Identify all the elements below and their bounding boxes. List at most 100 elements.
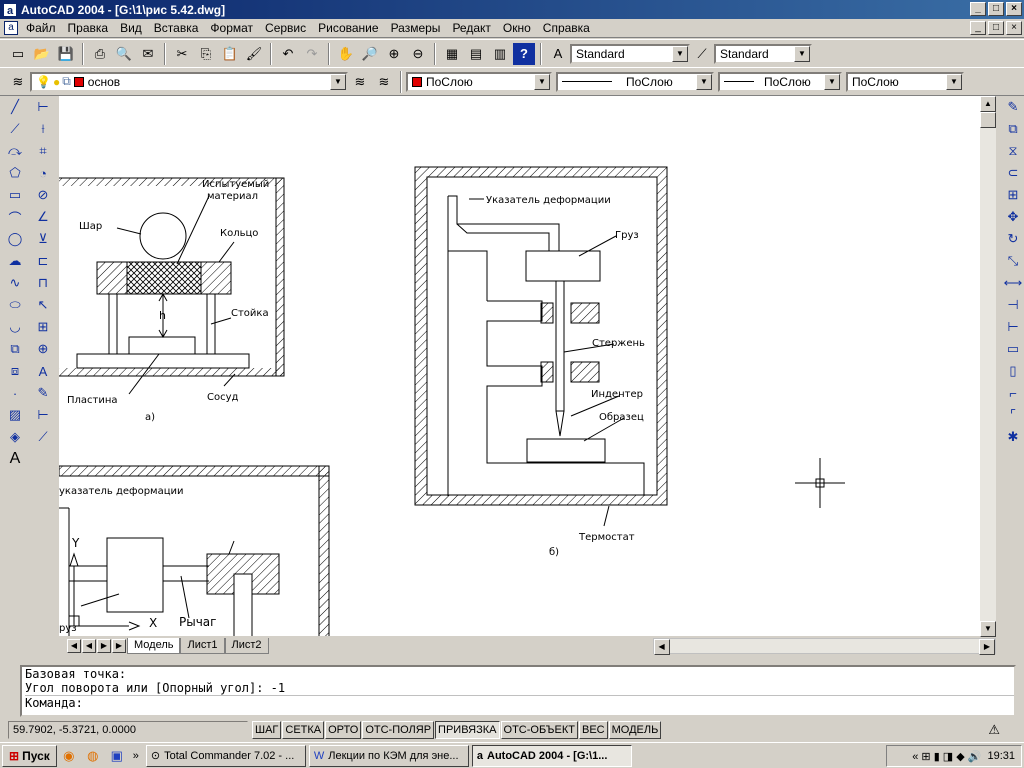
radius-dim-icon[interactable]: ◔: [32, 162, 54, 184]
doc-restore-button[interactable]: □: [988, 21, 1004, 35]
properties-icon[interactable]: ▦: [441, 43, 463, 65]
print-icon[interactable]: ⎙: [89, 43, 111, 65]
command-window[interactable]: Базовая точка: Угол поворота или [Опорны…: [20, 665, 1016, 717]
mtext-icon[interactable]: A: [4, 448, 26, 470]
prev-tab-button[interactable]: ◀: [82, 638, 96, 653]
command-prompt[interactable]: Команда:: [25, 695, 1014, 710]
menu-draw[interactable]: Рисование: [312, 21, 384, 35]
new-icon[interactable]: ▭: [7, 43, 29, 65]
offset-icon[interactable]: ⊂: [1002, 162, 1024, 184]
array-icon[interactable]: ⊞: [1002, 184, 1024, 206]
task-word-lectures[interactable]: W Лекции по КЭМ для эне...: [308, 744, 469, 767]
quicklaunch-more-icon[interactable]: »: [133, 750, 139, 762]
disk-icon[interactable]: ▣: [106, 745, 128, 767]
menu-modify[interactable]: Редакт: [446, 21, 496, 35]
autocad-app-icon[interactable]: a: [3, 2, 17, 17]
scroll-up-button[interactable]: ▲: [980, 96, 996, 112]
explode-icon[interactable]: ✱: [1002, 426, 1024, 448]
menu-format[interactable]: Формат: [204, 21, 259, 35]
hatch-icon[interactable]: ▨: [4, 404, 26, 426]
make-block-icon[interactable]: ⧈: [4, 360, 26, 382]
chamfer-icon[interactable]: ⌐: [1002, 382, 1024, 404]
designcenter-icon[interactable]: ▤: [465, 43, 487, 65]
plotstyle-select[interactable]: ПоСлою ▼: [846, 71, 964, 92]
dim-text-edit-icon[interactable]: ✎: [32, 382, 54, 404]
polar-button[interactable]: ОТС-ПОЛЯР: [362, 721, 435, 739]
menu-help[interactable]: Справка: [537, 21, 596, 35]
next-tab-button[interactable]: ▶: [97, 638, 111, 653]
tolerance-icon[interactable]: ⊞: [32, 316, 54, 338]
osnap-button[interactable]: ПРИВЯЗКА: [435, 721, 500, 739]
revcloud-icon[interactable]: ☁: [4, 250, 26, 272]
dim-edit-icon[interactable]: A: [32, 360, 54, 382]
erase-icon[interactable]: ✎: [1002, 96, 1024, 118]
dim-update-icon[interactable]: ⊢: [32, 404, 54, 426]
undo-icon[interactable]: ↶: [277, 43, 299, 65]
horizontal-scrollbar[interactable]: ◀ ▶: [652, 637, 996, 655]
model-button[interactable]: МОДЕЛЬ: [608, 721, 662, 739]
stretch-icon[interactable]: ⟷: [1002, 272, 1024, 294]
preview-icon[interactable]: 🔍: [113, 43, 135, 65]
layer-select[interactable]: 💡 ● ⧉ основ ▼: [30, 71, 348, 92]
linetype-select[interactable]: ПоСлою ▼: [556, 71, 714, 92]
vertical-scrollbar[interactable]: ▲ ▼: [980, 96, 996, 637]
maximize-button[interactable]: □: [988, 2, 1004, 16]
menu-view[interactable]: Вид: [114, 21, 148, 35]
publish-icon[interactable]: ✉: [137, 43, 159, 65]
make-current-layer-icon[interactable]: ≋: [349, 71, 371, 93]
continue-dim-icon[interactable]: ⊓: [32, 272, 54, 294]
scroll-left-button[interactable]: ◀: [653, 638, 670, 655]
move-icon[interactable]: ✥: [1002, 206, 1024, 228]
rectangle-icon[interactable]: ▭: [4, 184, 26, 206]
fillet-icon[interactable]: ⌜: [1002, 404, 1024, 426]
ellipse-icon[interactable]: ⬭: [4, 294, 26, 316]
last-tab-button[interactable]: ▶: [112, 638, 126, 653]
extend-icon[interactable]: ⊢: [1002, 316, 1024, 338]
menu-dimension[interactable]: Размеры: [385, 21, 447, 35]
color-select[interactable]: ПоСлою ▼: [406, 71, 552, 92]
browser-icon[interactable]: ◉: [58, 745, 80, 767]
copy-icon[interactable]: ⎘: [195, 43, 217, 65]
pan-icon[interactable]: ✋: [335, 43, 357, 65]
rotate-icon[interactable]: ↻: [1002, 228, 1024, 250]
break-icon[interactable]: ▭: [1002, 338, 1024, 360]
layer-manager-icon[interactable]: ≋: [7, 71, 29, 93]
otrack-button[interactable]: ОТС-ОБЪЕКТ: [500, 721, 578, 739]
drawing-canvas[interactable]: Шар Испытуемый материал Кольцо Стойка h …: [59, 96, 980, 636]
tray-icons[interactable]: « ⊞ ▮ ◨ ◆ 🔊: [912, 750, 981, 763]
matchprop-icon[interactable]: 🖌: [243, 43, 265, 65]
help-icon[interactable]: ?: [513, 42, 535, 65]
tab-model[interactable]: Модель: [127, 637, 181, 654]
tab-sheet1[interactable]: Лист1: [180, 637, 225, 654]
quicklaunch-icon[interactable]: ◍: [82, 745, 104, 767]
zoom-realtime-icon[interactable]: 🔎: [359, 43, 381, 65]
lineweight-select[interactable]: ПоСлою ▼: [718, 71, 842, 92]
ordinate-dim-icon[interactable]: ⌗: [32, 140, 54, 162]
text-style-select[interactable]: Standard ▼: [570, 43, 690, 64]
first-tab-button[interactable]: ◀: [67, 638, 81, 653]
scroll-right-button[interactable]: ▶: [979, 638, 995, 655]
ellipse-arc-icon[interactable]: ◡: [4, 316, 26, 338]
cut-icon[interactable]: ✂: [171, 43, 193, 65]
task-total-commander[interactable]: ⊙ Total Commander 7.02 - ...: [145, 744, 306, 767]
menu-insert[interactable]: Вставка: [148, 21, 205, 35]
leader-icon[interactable]: ↖: [32, 294, 54, 316]
toolpalettes-icon[interactable]: ▥: [489, 43, 511, 65]
menu-window[interactable]: Окно: [497, 21, 537, 35]
polyline-icon[interactable]: ⤼: [4, 140, 26, 162]
tab-sheet2[interactable]: Лист2: [224, 637, 269, 654]
save-icon[interactable]: 💾: [55, 43, 77, 65]
drawing-area[interactable]: Шар Испытуемый материал Кольцо Стойка h …: [59, 96, 980, 636]
menu-file[interactable]: Файл: [20, 21, 62, 35]
dim-style-icon[interactable]: ⟋: [691, 43, 713, 65]
dim-style-select[interactable]: Standard ▼: [714, 43, 812, 64]
angular-dim-icon[interactable]: ∠: [32, 206, 54, 228]
construction-line-icon[interactable]: ⟋: [4, 118, 26, 140]
menu-tools[interactable]: Сервис: [259, 21, 312, 35]
circle-icon[interactable]: ◯: [4, 228, 26, 250]
insert-block-icon[interactable]: ⧉: [4, 338, 26, 360]
trim-icon[interactable]: ⊣: [1002, 294, 1024, 316]
baseline-dim-icon[interactable]: ⊏: [32, 250, 54, 272]
grid-button[interactable]: СЕТКА: [282, 721, 325, 739]
menu-edit[interactable]: Правка: [62, 21, 115, 35]
